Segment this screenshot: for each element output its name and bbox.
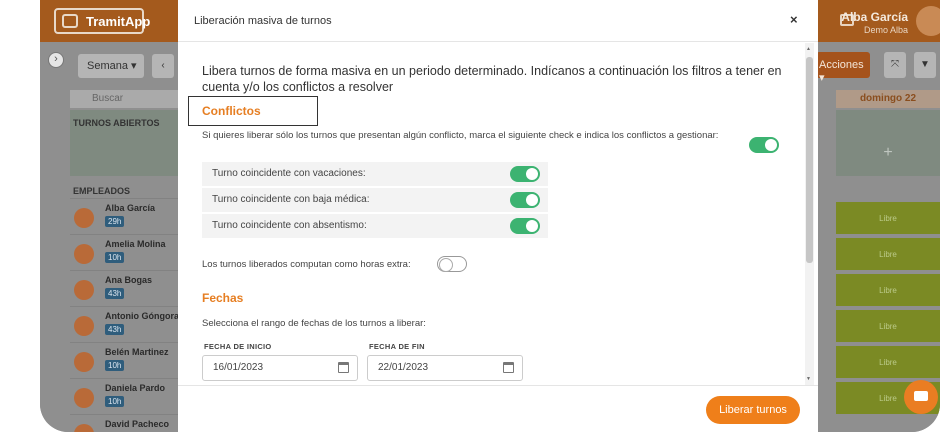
day-header: domingo 22 bbox=[836, 90, 940, 108]
calendar-icon[interactable] bbox=[503, 362, 514, 373]
app-logo: TramitApp bbox=[54, 8, 150, 34]
avatar bbox=[74, 244, 94, 264]
shift-cell[interactable]: Libre bbox=[836, 310, 940, 344]
employee-name: David Pacheco bbox=[105, 419, 170, 429]
extra-hours-label: Los turnos liberados computan como horas… bbox=[202, 259, 411, 270]
dates-title: Fechas bbox=[202, 291, 244, 305]
conflict-option-absenteeism: Turno coincidente con absentismo: bbox=[202, 214, 548, 238]
open-shifts-row: TURNOS ABIERTOS bbox=[70, 110, 178, 176]
search-input[interactable]: Buscar bbox=[70, 90, 178, 108]
start-date-label: FECHA DE INICIO bbox=[204, 342, 272, 351]
shift-cell[interactable]: Libre bbox=[836, 346, 940, 380]
employee-row[interactable]: Alba García 29h bbox=[70, 198, 178, 234]
app-name: TramitApp bbox=[86, 14, 151, 29]
employee-row[interactable]: Daniela Pardo 10h bbox=[70, 378, 178, 414]
shift-cell[interactable]: Libre bbox=[836, 274, 940, 308]
employee-name: Daniela Pardo bbox=[105, 383, 166, 393]
absenteeism-toggle[interactable] bbox=[510, 218, 540, 234]
open-shifts-label: TURNOS ABIERTOS bbox=[73, 118, 160, 128]
conflict-option-label: Turno coincidente con absentismo: bbox=[212, 220, 367, 231]
expand-sidebar-button[interactable]: › bbox=[48, 52, 64, 68]
avatar bbox=[74, 424, 94, 432]
modal-body: Libera turnos de forma masiva en un peri… bbox=[178, 43, 818, 385]
avatar bbox=[74, 316, 94, 336]
extra-hours-toggle[interactable] bbox=[437, 256, 467, 272]
employee-row[interactable]: Antonio Góngora 43h bbox=[70, 306, 179, 342]
scrollbar-thumb[interactable] bbox=[806, 57, 813, 263]
scroll-up-arrow[interactable]: ▲ bbox=[806, 46, 811, 52]
filter-icon[interactable]: ▼ bbox=[914, 52, 936, 78]
conflict-option-label: Turno coincidente con baja médica: bbox=[212, 194, 370, 205]
conflicts-toggle[interactable] bbox=[749, 137, 779, 153]
employee-name: Amelia Molina bbox=[105, 239, 166, 249]
employee-row[interactable]: Amelia Molina 10h bbox=[70, 234, 178, 270]
employees-header: EMPLEADOS bbox=[73, 186, 131, 196]
conflict-option-label: Turno coincidente con vacaciones: bbox=[212, 168, 366, 179]
user-avatar[interactable] bbox=[916, 6, 940, 36]
modal-header: Liberación masiva de turnos × bbox=[178, 0, 818, 42]
employee-row[interactable]: Belén Martinez 10h bbox=[70, 342, 178, 378]
hours-badge: 10h bbox=[105, 360, 125, 371]
hours-badge: 10h bbox=[105, 252, 125, 263]
shift-cell[interactable]: Libre bbox=[836, 238, 940, 272]
week-select[interactable]: Semana ▾ bbox=[78, 54, 144, 78]
conflict-option-vacations: Turno coincidente con vacaciones: bbox=[202, 162, 548, 186]
employee-name: Belén Martinez bbox=[105, 347, 169, 357]
logo-icon bbox=[62, 14, 78, 28]
conflict-option-sick-leave: Turno coincidente con baja médica: bbox=[202, 188, 548, 212]
add-open-shift-cell[interactable]: + bbox=[836, 110, 940, 176]
avatar bbox=[74, 280, 94, 300]
start-date-value: 16/01/2023 bbox=[213, 362, 264, 373]
avatar bbox=[74, 388, 94, 408]
end-date-field[interactable]: 22/01/2023 bbox=[367, 355, 523, 381]
conflicts-description: Si quieres liberar sólo los turnos que p… bbox=[202, 130, 719, 141]
employee-name: Ana Bogas bbox=[105, 275, 153, 285]
scroll-down-arrow[interactable]: ▼ bbox=[806, 376, 811, 382]
fullscreen-icon[interactable]: ⤧ bbox=[884, 52, 906, 78]
end-date-label: FECHA DE FIN bbox=[369, 342, 425, 351]
prev-week-button[interactable]: ‹ bbox=[152, 54, 174, 78]
release-shifts-button[interactable]: Liberar turnos bbox=[706, 396, 800, 424]
shift-cell[interactable]: Libre bbox=[836, 202, 940, 236]
avatar bbox=[74, 208, 94, 228]
employee-name: Alba García bbox=[105, 203, 156, 213]
start-date-field[interactable]: 16/01/2023 bbox=[202, 355, 358, 381]
intro-text: Libera turnos de forma masiva en un peri… bbox=[202, 64, 782, 94]
hours-badge: 43h bbox=[105, 324, 125, 335]
close-icon[interactable]: × bbox=[790, 12, 798, 27]
hours-badge: 29h bbox=[105, 216, 125, 227]
hours-badge: 43h bbox=[105, 288, 125, 299]
avatar bbox=[74, 352, 94, 372]
end-date-value: 22/01/2023 bbox=[378, 362, 429, 373]
vacations-toggle[interactable] bbox=[510, 166, 540, 182]
app-window: TramitApp Alba García Demo Alba › Semana… bbox=[40, 0, 940, 432]
actions-button[interactable]: Acciones ▾ bbox=[816, 52, 870, 84]
modal-title: Liberación masiva de turnos bbox=[194, 15, 332, 27]
employee-name: Antonio Góngora bbox=[105, 311, 179, 321]
modal-footer: Liberar turnos bbox=[178, 385, 818, 432]
user-company: Demo Alba bbox=[863, 25, 908, 35]
dates-description: Selecciona el rango de fechas de los tur… bbox=[202, 318, 426, 329]
sick-leave-toggle[interactable] bbox=[510, 192, 540, 208]
chat-icon[interactable] bbox=[904, 380, 938, 414]
conflicts-title: Conflictos bbox=[202, 104, 261, 118]
employee-row[interactable]: Ana Bogas 43h bbox=[70, 270, 178, 306]
release-shifts-modal: Liberación masiva de turnos × Libera tur… bbox=[178, 0, 818, 432]
user-name[interactable]: Alba García bbox=[841, 10, 908, 24]
hours-badge: 10h bbox=[105, 396, 125, 407]
calendar-icon[interactable] bbox=[338, 362, 349, 373]
employee-row[interactable]: David Pacheco bbox=[70, 414, 178, 432]
